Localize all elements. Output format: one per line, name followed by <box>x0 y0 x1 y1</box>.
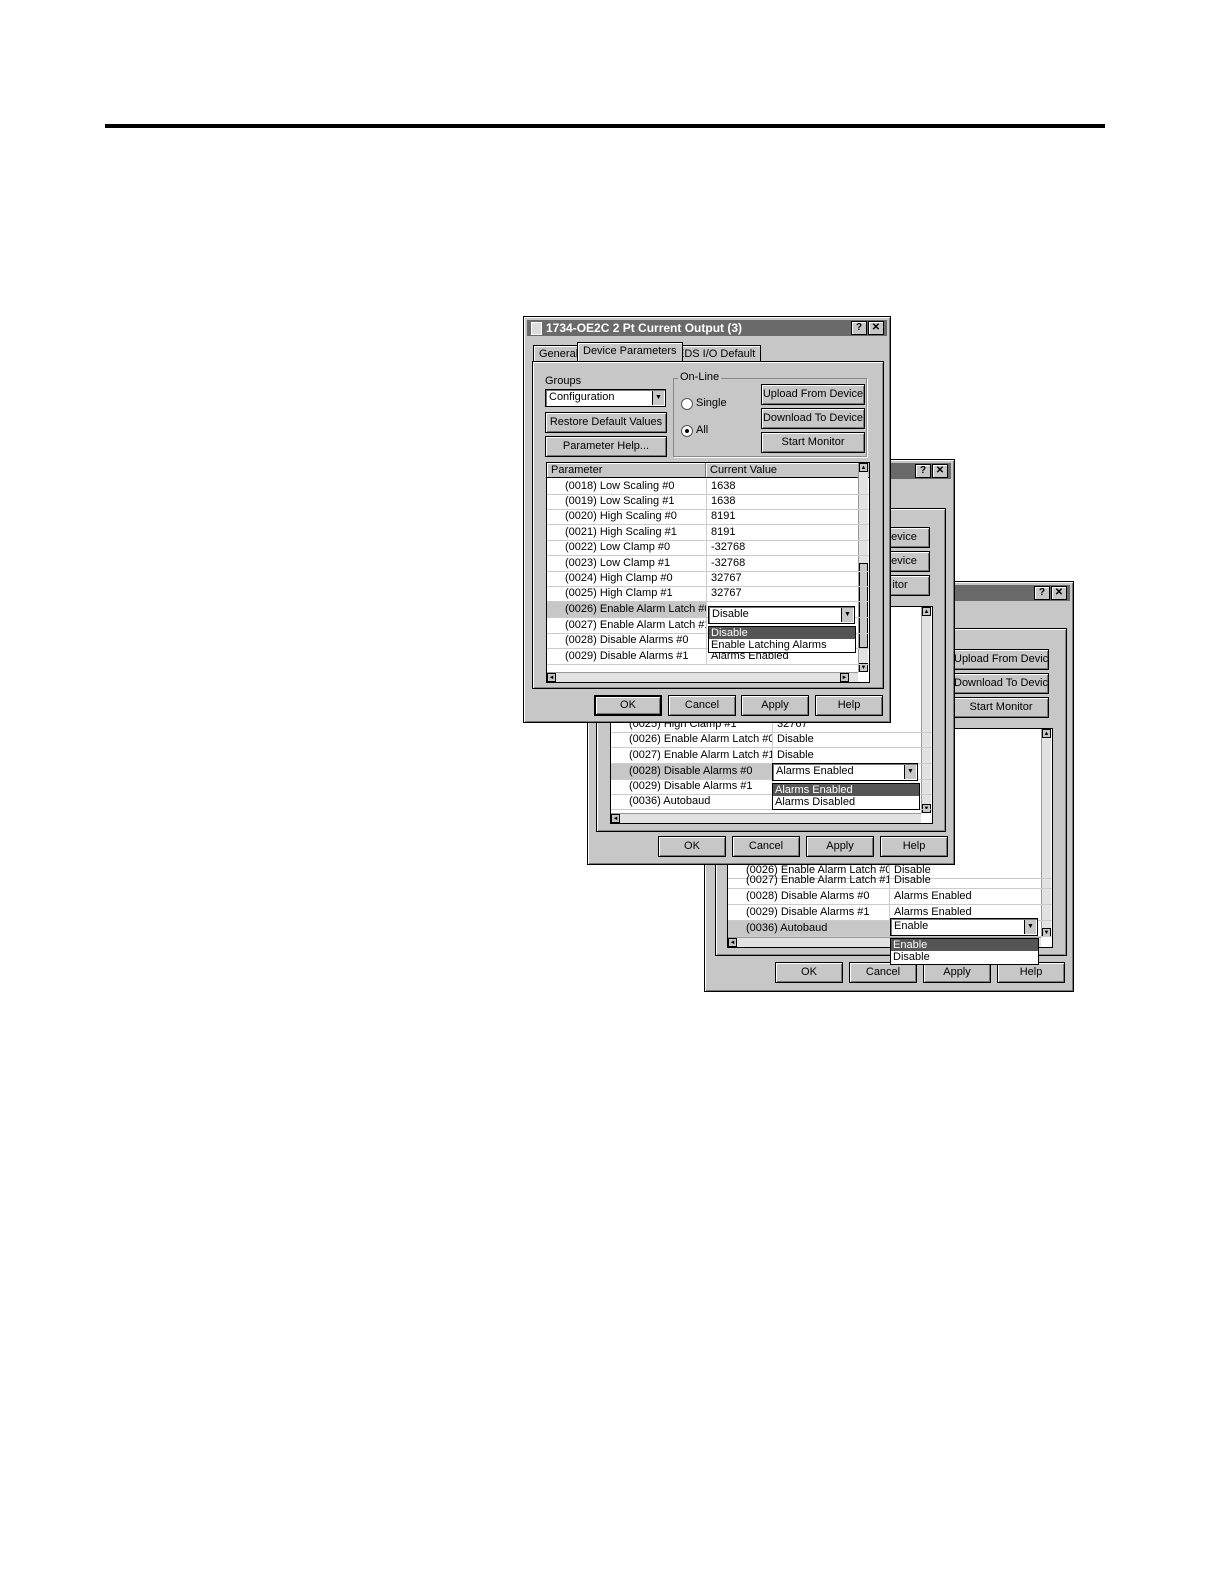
scroll-up-icon[interactable]: ▲ <box>859 463 868 472</box>
close-icon[interactable]: ✕ <box>932 464 948 478</box>
autobaud-select[interactable]: Enable ▼ <box>890 918 1038 936</box>
horizontal-scrollbar[interactable]: ◄ ► <box>547 672 858 682</box>
chevron-down-icon[interactable]: ▼ <box>904 765 916 779</box>
download-to-device-button[interactable]: Download To Device <box>953 673 1049 694</box>
scroll-left-icon[interactable]: ◄ <box>728 938 737 947</box>
help-button[interactable]: Help <box>997 962 1065 983</box>
table-row[interactable]: (0018) Low Scaling #0 1638 <box>547 479 869 495</box>
apply-button[interactable]: Apply <box>923 962 991 983</box>
disable-alarms-select[interactable]: Alarms Enabled ▼ <box>772 763 918 781</box>
scroll-up-icon[interactable]: ▲ <box>922 607 931 616</box>
horizontal-scrollbar[interactable]: ◄ <box>611 813 921 823</box>
dropdown-option-enable[interactable]: Enable <box>891 939 1038 951</box>
all-label: All <box>696 424 709 436</box>
autobaud-select-value: Enable <box>894 920 929 932</box>
scroll-up-icon[interactable]: ▲ <box>1042 729 1051 738</box>
groups-select[interactable]: Configuration ▼ <box>545 389 666 407</box>
groups-label: Groups <box>545 375 582 387</box>
scroll-right-icon[interactable]: ► <box>840 673 849 682</box>
table-row[interactable]: (0026) Enable Alarm Latch #0 Disable <box>611 732 932 748</box>
scroll-left-icon[interactable]: ◄ <box>547 673 556 682</box>
download-to-device-button[interactable]: Download To Device <box>761 408 865 429</box>
disable-alarms-dropdown-list[interactable]: Alarms Enabled Alarms Disabled <box>772 783 920 810</box>
upload-from-device-button[interactable]: Upload From Device <box>761 384 865 405</box>
start-monitor-button[interactable]: Start Monitor <box>953 697 1049 718</box>
chevron-down-icon[interactable]: ▼ <box>652 391 664 405</box>
help-icon[interactable]: ? <box>915 464 931 478</box>
chevron-down-icon[interactable]: ▼ <box>1024 920 1036 934</box>
ok-button[interactable]: OK <box>775 962 843 983</box>
enable-alarm-latch-select-value: Disable <box>712 608 749 620</box>
enable-alarm-latch-dropdown-list[interactable]: Disable Enable Latching Alarms <box>708 626 856 653</box>
table-row[interactable]: (0021) High Scaling #1 8191 <box>547 525 869 541</box>
help-button[interactable]: Help <box>815 695 883 716</box>
single-label: Single <box>696 397 727 409</box>
table-row[interactable]: (0022) Low Clamp #0 -32768 <box>547 540 869 556</box>
grid-header: Parameter Current Value <box>547 463 869 478</box>
upload-from-device-button[interactable]: Upload From Device <box>953 649 1049 670</box>
autobaud-dropdown-list[interactable]: Enable Disable <box>890 938 1039 965</box>
start-monitor-button[interactable]: Start Monitor <box>761 432 865 453</box>
page-header-rule <box>105 124 1105 128</box>
dropdown-option-enable-latching-alarms[interactable]: Enable Latching Alarms <box>709 639 855 651</box>
cancel-button[interactable]: Cancel <box>668 695 736 716</box>
dropdown-option-alarms-disabled[interactable]: Alarms Disabled <box>773 796 919 808</box>
single-radio[interactable] <box>681 398 693 410</box>
apply-button[interactable]: Apply <box>741 695 809 716</box>
enable-alarm-latch-select[interactable]: Disable ▼ <box>708 606 855 624</box>
dropdown-option-disable[interactable]: Disable <box>891 951 1038 963</box>
col-current-value[interactable]: Current Value <box>706 463 860 477</box>
apply-button[interactable]: Apply <box>806 836 874 857</box>
dialog-front-titlebar: 1734-OE2C 2 Pt Current Output (3) ? ✕ <box>527 320 887 336</box>
online-label: On-Line <box>678 371 722 383</box>
scroll-left-icon[interactable]: ◄ <box>611 814 620 823</box>
restore-default-values-button[interactable]: Restore Default Values <box>545 412 667 433</box>
table-row[interactable]: (0027) Enable Alarm Latch #1 Disable <box>728 873 1052 889</box>
chevron-down-icon[interactable]: ▼ <box>841 608 853 622</box>
cancel-button[interactable]: Cancel <box>732 836 800 857</box>
help-icon[interactable]: ? <box>1034 586 1050 600</box>
disable-alarms-select-value: Alarms Enabled <box>776 765 854 777</box>
tab-device-parameters[interactable]: Device Parameters <box>577 342 683 361</box>
table-row[interactable]: (0023) Low Clamp #1 -32768 <box>547 556 869 572</box>
ok-button[interactable]: OK <box>594 695 662 716</box>
all-radio[interactable] <box>681 425 693 437</box>
groups-select-value: Configuration <box>549 391 615 403</box>
cancel-button[interactable]: Cancel <box>849 962 917 983</box>
parameter-help-button[interactable]: Parameter Help... <box>545 436 667 457</box>
col-parameter[interactable]: Parameter <box>547 463 706 477</box>
ok-button[interactable]: OK <box>658 836 726 857</box>
device-icon <box>531 322 542 335</box>
table-row[interactable]: (0020) High Scaling #0 8191 <box>547 509 869 525</box>
close-icon[interactable]: ✕ <box>868 321 884 335</box>
help-button[interactable]: Help <box>880 836 948 857</box>
dropdown-option-disable[interactable]: Disable <box>709 627 855 639</box>
table-row[interactable]: (0028) Disable Alarms #0 Alarms Enabled <box>728 889 1052 905</box>
help-icon[interactable]: ? <box>851 321 867 335</box>
table-row[interactable]: (0019) Low Scaling #1 1638 <box>547 494 869 510</box>
table-row[interactable]: (0025) High Clamp #1 32767 <box>547 586 869 602</box>
dropdown-option-alarms-enabled[interactable]: Alarms Enabled <box>773 784 919 796</box>
table-row[interactable]: (0024) High Clamp #0 32767 <box>547 571 869 587</box>
dialog-title: 1734-OE2C 2 Pt Current Output (3) <box>546 321 743 335</box>
tab-eds-io-default[interactable]: EDS I/O Default <box>671 345 762 362</box>
close-icon[interactable]: ✕ <box>1051 586 1067 600</box>
dialog-front: 1734-OE2C 2 Pt Current Output (3) ? ✕ Ge… <box>523 316 891 723</box>
table-row[interactable]: (0027) Enable Alarm Latch #1 Disable <box>611 748 932 764</box>
